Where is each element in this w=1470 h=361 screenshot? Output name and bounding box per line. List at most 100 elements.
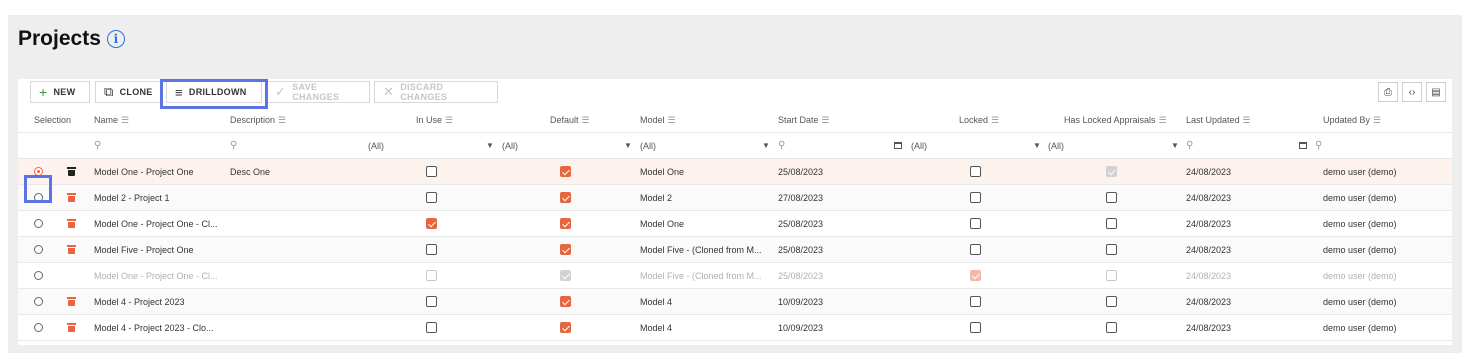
filter-icon[interactable]: ☰	[991, 115, 999, 125]
row-select-radio[interactable]	[34, 219, 43, 228]
filter-icon[interactable]: ☰	[1159, 115, 1167, 125]
header-model[interactable]: Model ☰	[640, 107, 676, 133]
header-in-use[interactable]: In Use ☰	[416, 107, 453, 133]
locked-checkbox[interactable]	[970, 296, 981, 307]
table-row[interactable]: Model One - Project One - Cl... Model One…	[18, 211, 1452, 237]
updated-by-filter-search-icon[interactable]: ⚲	[1315, 133, 1322, 159]
model-filter[interactable]: (All)	[640, 133, 656, 159]
code-export-icon[interactable]: ‹›	[1402, 82, 1422, 102]
has-locked-appraisals-checkbox[interactable]	[1106, 192, 1117, 203]
default-checkbox[interactable]	[560, 244, 571, 255]
row-select-radio[interactable]	[34, 323, 43, 332]
has-locked-appraisals-filter[interactable]: (All)	[1048, 133, 1064, 159]
start-date-cell: 10/09/2023	[778, 297, 824, 307]
name-filter-search-icon[interactable]: ⚲	[94, 133, 101, 159]
table-row[interactable]: Model 2 - Project 1 Model 2 27/08/2023 24/0…	[18, 185, 1452, 211]
calendar-icon[interactable]	[1299, 133, 1307, 159]
page-container: Projects i + NEW ⧉ CLONE ≡ DRILLDOWN ✓ S…	[8, 15, 1462, 353]
header-last-updated[interactable]: Last Updated ☰	[1186, 107, 1251, 133]
in-use-checkbox[interactable]	[426, 218, 437, 229]
header-default-label: Default	[550, 115, 579, 125]
new-button[interactable]: + NEW	[30, 81, 90, 103]
has-locked-appraisals-checkbox[interactable]	[1106, 218, 1117, 229]
default-checkbox[interactable]	[560, 296, 571, 307]
table-row[interactable]: Model One - Project One Desc One Model One…	[18, 159, 1452, 185]
has-locked-appraisals-checkbox[interactable]	[1106, 244, 1117, 255]
default-checkbox[interactable]	[560, 322, 571, 333]
start-date-filter-search-icon[interactable]: ⚲	[778, 133, 785, 159]
description-filter-search-icon[interactable]: ⚲	[230, 133, 237, 159]
locked-checkbox[interactable]	[970, 192, 981, 203]
print-icon[interactable]: ⎙	[1378, 82, 1398, 102]
trash-icon[interactable]	[67, 219, 76, 228]
default-checkbox[interactable]	[560, 192, 571, 203]
locked-filter[interactable]: (All)	[911, 133, 927, 159]
filter-icon[interactable]: ☰	[1243, 115, 1251, 125]
trash-icon[interactable]	[67, 297, 76, 306]
calendar-icon[interactable]	[894, 133, 902, 159]
info-icon[interactable]: i	[106, 30, 125, 48]
default-checkbox[interactable]	[560, 166, 571, 177]
header-name[interactable]: Name ☰	[94, 107, 129, 133]
clone-button[interactable]: ⧉ CLONE	[95, 81, 161, 103]
default-checkbox[interactable]	[560, 218, 571, 229]
filter-icon[interactable]: ☰	[445, 115, 453, 125]
name-cell: Model 4 - Project 2023	[94, 297, 185, 307]
trash-icon[interactable]	[67, 245, 76, 254]
row-select-radio[interactable]	[34, 297, 43, 306]
default-filter[interactable]: (All)	[502, 133, 518, 159]
default-checkbox[interactable]	[560, 270, 571, 281]
name-cell: Model Five - Project One	[94, 245, 194, 255]
in-use-checkbox[interactable]	[426, 270, 437, 281]
save-changes-button[interactable]: ✓ SAVE CHANGES	[266, 81, 370, 103]
file-export-icon[interactable]: ▤	[1426, 82, 1446, 102]
filter-icon[interactable]: ☰	[668, 115, 676, 125]
last-updated-filter-search-icon[interactable]: ⚲	[1186, 133, 1193, 159]
locked-checkbox[interactable]	[970, 166, 981, 177]
chevron-down-icon[interactable]: ▼	[486, 133, 494, 159]
header-locked[interactable]: Locked ☰	[959, 107, 999, 133]
locked-checkbox[interactable]	[970, 244, 981, 255]
header-description[interactable]: Description ☰	[230, 107, 286, 133]
in-use-checkbox[interactable]	[426, 192, 437, 203]
locked-checkbox[interactable]	[970, 270, 981, 281]
name-cell: Model One - Project One - Cl...	[94, 219, 218, 229]
filter-icon[interactable]: ☰	[1373, 115, 1381, 125]
model-cell: Model Five - (Cloned from M...	[640, 245, 762, 255]
header-has-locked-appraisals[interactable]: Has Locked Appraisals ☰	[1064, 107, 1167, 133]
chevron-down-icon[interactable]: ▼	[1171, 133, 1179, 159]
header-updated-by[interactable]: Updated By ☰	[1323, 107, 1381, 133]
has-locked-appraisals-checkbox[interactable]	[1106, 270, 1117, 281]
header-start-date[interactable]: Start Date ☰	[778, 107, 830, 133]
header-selection[interactable]: Selection	[34, 107, 71, 133]
has-locked-appraisals-checkbox[interactable]	[1106, 166, 1117, 177]
header-default[interactable]: Default ☰	[550, 107, 590, 133]
in-use-checkbox[interactable]	[426, 322, 437, 333]
locked-checkbox[interactable]	[970, 218, 981, 229]
table-row[interactable]: Model 4 - Project 2023 - Clo... Model 4 10…	[18, 315, 1452, 341]
filter-icon[interactable]: ☰	[582, 115, 590, 125]
locked-checkbox[interactable]	[970, 322, 981, 333]
trash-icon[interactable]	[67, 193, 76, 202]
has-locked-appraisals-checkbox[interactable]	[1106, 322, 1117, 333]
filter-icon[interactable]: ☰	[822, 115, 830, 125]
chevron-down-icon[interactable]: ▼	[1033, 133, 1041, 159]
trash-icon[interactable]	[67, 167, 76, 176]
filter-icon[interactable]: ☰	[278, 115, 286, 125]
row-select-radio[interactable]	[34, 271, 43, 280]
in-use-checkbox[interactable]	[426, 296, 437, 307]
last-updated-cell: 24/08/2023	[1186, 245, 1232, 255]
in-use-checkbox[interactable]	[426, 244, 437, 255]
trash-icon[interactable]	[67, 323, 76, 332]
in-use-checkbox[interactable]	[426, 166, 437, 177]
chevron-down-icon[interactable]: ▼	[762, 133, 770, 159]
discard-changes-button[interactable]: ✕ DISCARD CHANGES	[374, 81, 498, 103]
table-row[interactable]: Model 4 - Project 2023 Model 4 10/09/2023 2…	[18, 289, 1452, 315]
table-row[interactable]: Model One - Project One - Cl... Model Fiv…	[18, 263, 1452, 289]
table-row[interactable]: Model Five - Project One Model Five - (Cl…	[18, 237, 1452, 263]
has-locked-appraisals-checkbox[interactable]	[1106, 296, 1117, 307]
row-select-radio[interactable]	[34, 245, 43, 254]
filter-icon[interactable]: ☰	[121, 115, 129, 125]
in-use-filter[interactable]: (All)	[368, 133, 384, 159]
chevron-down-icon[interactable]: ▼	[624, 133, 632, 159]
